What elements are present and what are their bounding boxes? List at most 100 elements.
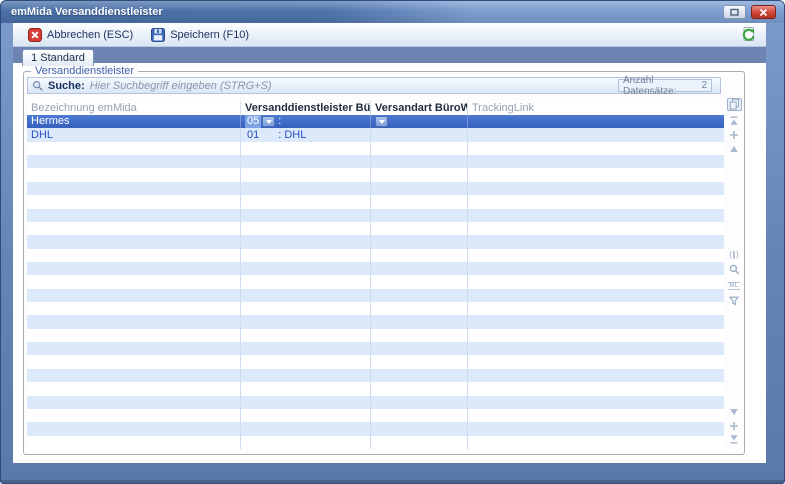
cell-versanddienstleister[interactable]	[241, 422, 371, 435]
table-row[interactable]	[27, 222, 724, 235]
vdl-dropdown-button[interactable]	[262, 116, 275, 127]
cell-versanddienstleister[interactable]	[241, 382, 371, 395]
xml-icon[interactable]: ML	[725, 279, 743, 292]
cell-versanddienstleister[interactable]	[241, 409, 371, 422]
cell-bezeichnung[interactable]	[27, 209, 241, 222]
close-button[interactable]	[751, 5, 776, 19]
titlebar[interactable]: emMida Versanddienstleister	[1, 1, 784, 23]
scroll-down-step-icon[interactable]	[725, 419, 743, 432]
cell-bezeichnung[interactable]	[27, 155, 241, 168]
cell-trackinglink[interactable]	[468, 155, 724, 168]
table-row[interactable]	[27, 422, 724, 435]
cell-versanddienstleister[interactable]	[241, 355, 371, 368]
cell-trackinglink[interactable]	[468, 289, 724, 302]
column-header-bezeichnung[interactable]: Bezeichnung emMida	[27, 101, 241, 115]
cell-versandart[interactable]	[371, 142, 468, 155]
cell-bezeichnung[interactable]	[27, 222, 241, 235]
cell-bezeichnung[interactable]	[27, 342, 241, 355]
cell-trackinglink[interactable]	[468, 115, 724, 128]
cell-bezeichnung[interactable]	[27, 329, 241, 342]
cell-bezeichnung[interactable]	[27, 195, 241, 208]
maximize-button[interactable]	[723, 5, 746, 19]
cell-versandart[interactable]	[371, 369, 468, 382]
cell-versandart[interactable]	[371, 168, 468, 181]
cell-trackinglink[interactable]	[468, 355, 724, 368]
cell-versanddienstleister[interactable]	[241, 182, 371, 195]
cell-bezeichnung[interactable]	[27, 289, 241, 302]
cell-versanddienstleister[interactable]	[241, 142, 371, 155]
cell-trackinglink[interactable]	[468, 222, 724, 235]
grid-search-icon[interactable]	[725, 263, 743, 276]
tab-standard[interactable]: 1 Standard	[22, 49, 94, 66]
cell-bezeichnung[interactable]	[27, 355, 241, 368]
abort-button[interactable]: Abbrechen (ESC)	[19, 25, 142, 45]
cell-bezeichnung[interactable]	[27, 382, 241, 395]
cell-versandart[interactable]	[371, 249, 468, 262]
cell-versanddienstleister[interactable]	[241, 342, 371, 355]
cell-versanddienstleister[interactable]	[241, 249, 371, 262]
cell-versandart[interactable]	[371, 329, 468, 342]
cell-trackinglink[interactable]	[468, 436, 724, 449]
cell-bezeichnung[interactable]	[27, 315, 241, 328]
columns-icon[interactable]: (∥)	[725, 248, 743, 261]
table-row[interactable]	[27, 262, 724, 275]
scroll-top-icon[interactable]	[725, 114, 743, 127]
column-header-versandart[interactable]: Versandart BüroWARE	[371, 101, 468, 115]
cell-versandart[interactable]	[371, 235, 468, 248]
scroll-down-icon[interactable]	[725, 405, 743, 418]
search-input[interactable]: Hier Suchbegriff eingeben (STRG+S)	[90, 80, 272, 92]
cell-bezeichnung[interactable]	[27, 182, 241, 195]
table-row[interactable]: DHL01: DHL	[27, 128, 724, 141]
scroll-up-step-icon[interactable]	[725, 128, 743, 141]
cell-versandart[interactable]	[371, 436, 468, 449]
cell-versanddienstleister[interactable]: 05:	[241, 115, 371, 128]
cell-versandart[interactable]	[371, 382, 468, 395]
cell-versandart[interactable]	[371, 355, 468, 368]
cell-bezeichnung[interactable]	[27, 262, 241, 275]
cell-bezeichnung[interactable]	[27, 168, 241, 181]
cell-bezeichnung[interactable]	[27, 436, 241, 449]
cell-trackinglink[interactable]	[468, 409, 724, 422]
table-row[interactable]	[27, 355, 724, 368]
cell-versanddienstleister[interactable]	[241, 289, 371, 302]
table-row[interactable]	[27, 289, 724, 302]
cell-bezeichnung[interactable]	[27, 249, 241, 262]
cell-trackinglink[interactable]	[468, 168, 724, 181]
cell-versanddienstleister[interactable]	[241, 315, 371, 328]
cell-versandart[interactable]	[371, 115, 468, 128]
table-row[interactable]	[27, 409, 724, 422]
cell-trackinglink[interactable]	[468, 369, 724, 382]
cell-trackinglink[interactable]	[468, 396, 724, 409]
cell-bezeichnung[interactable]	[27, 409, 241, 422]
cell-bezeichnung[interactable]: DHL	[27, 128, 241, 141]
cell-versandart[interactable]	[371, 195, 468, 208]
column-header-versanddienstleister[interactable]: Versanddienstleister BüroWARE	[241, 101, 371, 115]
cell-bezeichnung[interactable]	[27, 302, 241, 315]
table-row[interactable]	[27, 302, 724, 315]
cell-versanddienstleister[interactable]	[241, 369, 371, 382]
cell-trackinglink[interactable]	[468, 422, 724, 435]
cell-trackinglink[interactable]	[468, 342, 724, 355]
cell-versanddienstleister[interactable]	[241, 168, 371, 181]
vdl-code-field[interactable]: 05	[245, 115, 261, 128]
cell-versanddienstleister[interactable]	[241, 396, 371, 409]
table-row[interactable]	[27, 182, 724, 195]
versandart-dropdown-button[interactable]	[375, 116, 388, 127]
cell-versandart[interactable]	[371, 155, 468, 168]
cell-trackinglink[interactable]	[468, 142, 724, 155]
table-row[interactable]	[27, 315, 724, 328]
cell-versanddienstleister[interactable]: 01: DHL	[241, 128, 371, 141]
vdl-code-field[interactable]: 01	[245, 129, 261, 142]
cell-versandart[interactable]	[371, 342, 468, 355]
cell-trackinglink[interactable]	[468, 329, 724, 342]
table-row[interactable]: Hermes05:	[27, 115, 724, 128]
copy-icon[interactable]	[725, 98, 743, 111]
cell-bezeichnung[interactable]: Hermes	[27, 115, 241, 128]
cell-versandart[interactable]	[371, 315, 468, 328]
cell-versandart[interactable]	[371, 396, 468, 409]
scroll-bottom-icon[interactable]	[725, 432, 743, 445]
cell-versanddienstleister[interactable]	[241, 302, 371, 315]
table-row[interactable]	[27, 369, 724, 382]
cell-versanddienstleister[interactable]	[241, 155, 371, 168]
table-row[interactable]	[27, 209, 724, 222]
